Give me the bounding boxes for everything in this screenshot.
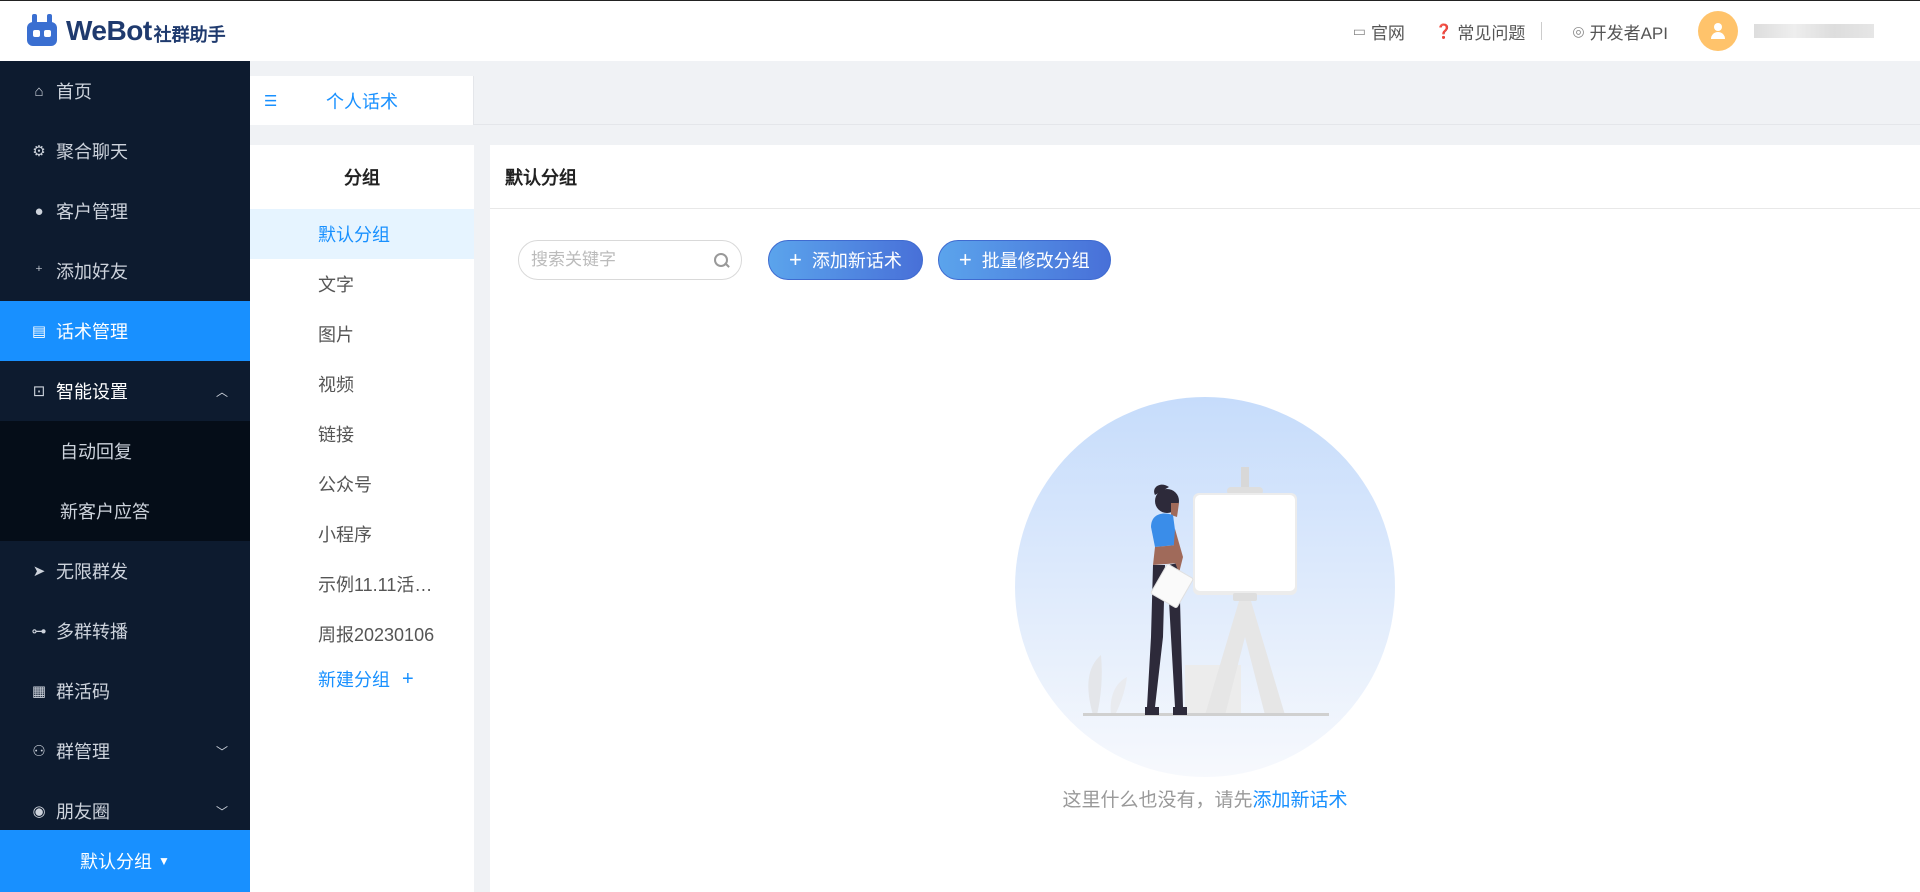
user-avatar-icon xyxy=(1711,23,1725,39)
group-item[interactable]: 默认分组 xyxy=(250,209,474,259)
developer-api-label: 开发者API xyxy=(1589,23,1668,43)
group-icon: ⚇ xyxy=(32,743,46,760)
sidebar-item-mass-send[interactable]: ➤ 无限群发 xyxy=(0,541,250,601)
menu-collapse-icon[interactable]: ☰ xyxy=(264,92,282,110)
plus-icon: + xyxy=(402,667,414,690)
api-icon: ◎ xyxy=(1572,22,1585,39)
main-panel: 默认分组 + 添加新话术 + 批量修改分组 xyxy=(490,145,1920,892)
group-panel-title: 分组 xyxy=(344,168,380,188)
batch-modify-group-button[interactable]: + 批量修改分组 xyxy=(937,240,1111,280)
group-item[interactable]: 公众号 xyxy=(250,459,474,509)
tab-label: 个人话术 xyxy=(326,91,398,112)
sidebar-item-smart-settings[interactable]: ⊡ 智能设置 ︿ xyxy=(0,361,250,421)
monitor-icon: ▭ xyxy=(1352,22,1366,39)
add-user-icon: ⁺ xyxy=(35,263,43,280)
sidebar-item-group-qrcode[interactable]: ▦ 群活码 xyxy=(0,661,250,721)
plus-icon: + xyxy=(958,247,972,272)
moments-icon: ◉ xyxy=(32,803,46,820)
chevron-up-icon: ︿ xyxy=(215,384,228,399)
official-site-link[interactable]: ▭ 官网 xyxy=(1353,19,1405,44)
group-item[interactable]: 小程序 xyxy=(250,509,474,559)
sidebar-item-label: 首页 xyxy=(56,82,92,102)
sidebar: ⌂ 首页 ⚙ 聚合聊天 ● 客户管理 ⁺ 添加好友 ▤ 话术管理 ⊡ 智能设置 … xyxy=(0,61,250,892)
group-item[interactable]: 文字 xyxy=(250,259,474,309)
sidebar-item-label: 群管理 xyxy=(56,742,110,762)
qrcode-icon: ▦ xyxy=(31,683,47,700)
sidebar-item-customer-management[interactable]: ● 客户管理 xyxy=(0,181,250,241)
plus-icon: + xyxy=(789,247,802,272)
sidebar-item-label: 添加好友 xyxy=(56,262,128,282)
new-group-button[interactable]: 新建分组 + xyxy=(250,659,474,699)
search-box xyxy=(518,240,742,280)
home-icon: ⌂ xyxy=(34,82,44,100)
avatar[interactable] xyxy=(1698,11,1738,51)
send-icon: ➤ xyxy=(32,563,46,580)
tab-personal-scripts[interactable]: ☰ 个人话术 xyxy=(250,76,474,125)
sidebar-item-label: 聚合聊天 xyxy=(56,142,128,162)
sidebar-item-auto-reply[interactable]: 自动回复 xyxy=(0,421,250,481)
sidebar-item-label: 自动回复 xyxy=(60,442,132,462)
sidebar-item-label: 话术管理 xyxy=(56,322,128,342)
faq-link[interactable]: ❓ 常见问题 xyxy=(1435,19,1525,44)
sidebar-item-label: 无限群发 xyxy=(56,562,128,582)
user-icon: ● xyxy=(34,202,44,220)
sidebar-item-aggregate-chat[interactable]: ⚙ 聚合聊天 xyxy=(0,121,250,181)
smart-settings-submenu: 自动回复 新客户应答 xyxy=(0,421,250,541)
caret-down-icon: ▼ xyxy=(158,854,170,868)
faq-label: 常见问题 xyxy=(1457,23,1526,43)
empty-state-text: 这里什么也没有，请先 xyxy=(1062,790,1253,811)
username-blurred[interactable] xyxy=(1754,24,1874,38)
sidebar-item-script-management[interactable]: ▤ 话术管理 xyxy=(0,301,250,361)
new-group-label: 新建分组 xyxy=(318,670,390,690)
logo-text: WeBot xyxy=(66,15,152,46)
sidebar-item-multi-group-broadcast[interactable]: ⊶ 多群转播 xyxy=(0,601,250,661)
batch-modify-label: 批量修改分组 xyxy=(981,251,1090,271)
sidebar-item-label: 多群转播 xyxy=(56,622,128,642)
group-panel: 分组 默认分组 文字 图片 视频 链接 公众号 小程序 示例11.11活… 周报… xyxy=(250,145,474,892)
toolbar: + 添加新话术 + 批量修改分组 xyxy=(518,240,1111,280)
logo-subtitle: 社群助手 xyxy=(153,25,226,45)
sidebar-item-new-customer-response[interactable]: 新客户应答 xyxy=(0,481,250,541)
add-script-label: 添加新话术 xyxy=(811,251,902,271)
chevron-down-icon: ﹀ xyxy=(215,744,228,759)
group-item[interactable]: 周报20230106 xyxy=(250,609,474,659)
developer-api-link[interactable]: ◎ 开发者API xyxy=(1572,19,1668,44)
logo[interactable]: WeBot 社群助手 xyxy=(24,14,226,48)
group-selector-button[interactable]: 默认分组 ▼ xyxy=(0,830,250,892)
search-icon[interactable] xyxy=(714,252,729,268)
group-item[interactable]: 视频 xyxy=(250,359,474,409)
smart-icon: ⊡ xyxy=(32,383,46,400)
sidebar-item-home[interactable]: ⌂ 首页 xyxy=(0,61,250,121)
group-item[interactable]: 示例11.11活… xyxy=(250,559,474,609)
sidebar-item-label: 群活码 xyxy=(56,682,110,702)
group-item[interactable]: 图片 xyxy=(250,309,474,359)
group-item[interactable]: 链接 xyxy=(250,409,474,459)
top-header: WeBot 社群助手 ▭ 官网 ❓ 常见问题 ◎ 开发者API xyxy=(0,0,1920,61)
gear-icon: ⚙ xyxy=(32,143,46,160)
chevron-down-icon: ﹀ xyxy=(215,804,228,819)
empty-add-script-link[interactable]: 添加新话术 xyxy=(1253,790,1348,811)
robot-logo-icon xyxy=(24,14,60,48)
empty-state-illustration xyxy=(1015,397,1395,777)
sidebar-item-label: 新客户应答 xyxy=(60,502,150,522)
header-divider xyxy=(1541,22,1543,40)
sidebar-item-label: 朋友圈 xyxy=(56,802,110,822)
tab-bar: ☰ 个人话术 xyxy=(250,61,1920,125)
question-icon: ❓ xyxy=(1434,22,1453,39)
page-title: 默认分组 xyxy=(490,145,1920,209)
sidebar-item-group-management[interactable]: ⚇ 群管理 ﹀ xyxy=(0,721,250,781)
group-selector-label: 默认分组 xyxy=(80,852,153,872)
document-icon: ▤ xyxy=(31,323,47,340)
sidebar-item-label: 客户管理 xyxy=(56,202,128,222)
official-site-label: 官网 xyxy=(1370,23,1405,43)
add-script-button[interactable]: + 添加新话术 xyxy=(768,240,923,280)
sidebar-item-add-friend[interactable]: ⁺ 添加好友 xyxy=(0,241,250,301)
broadcast-icon: ⊶ xyxy=(31,623,47,640)
empty-state-message: 这里什么也没有，请先添加新话术 xyxy=(490,785,1920,812)
search-input[interactable] xyxy=(531,250,701,270)
sidebar-item-label: 智能设置 xyxy=(56,382,128,402)
